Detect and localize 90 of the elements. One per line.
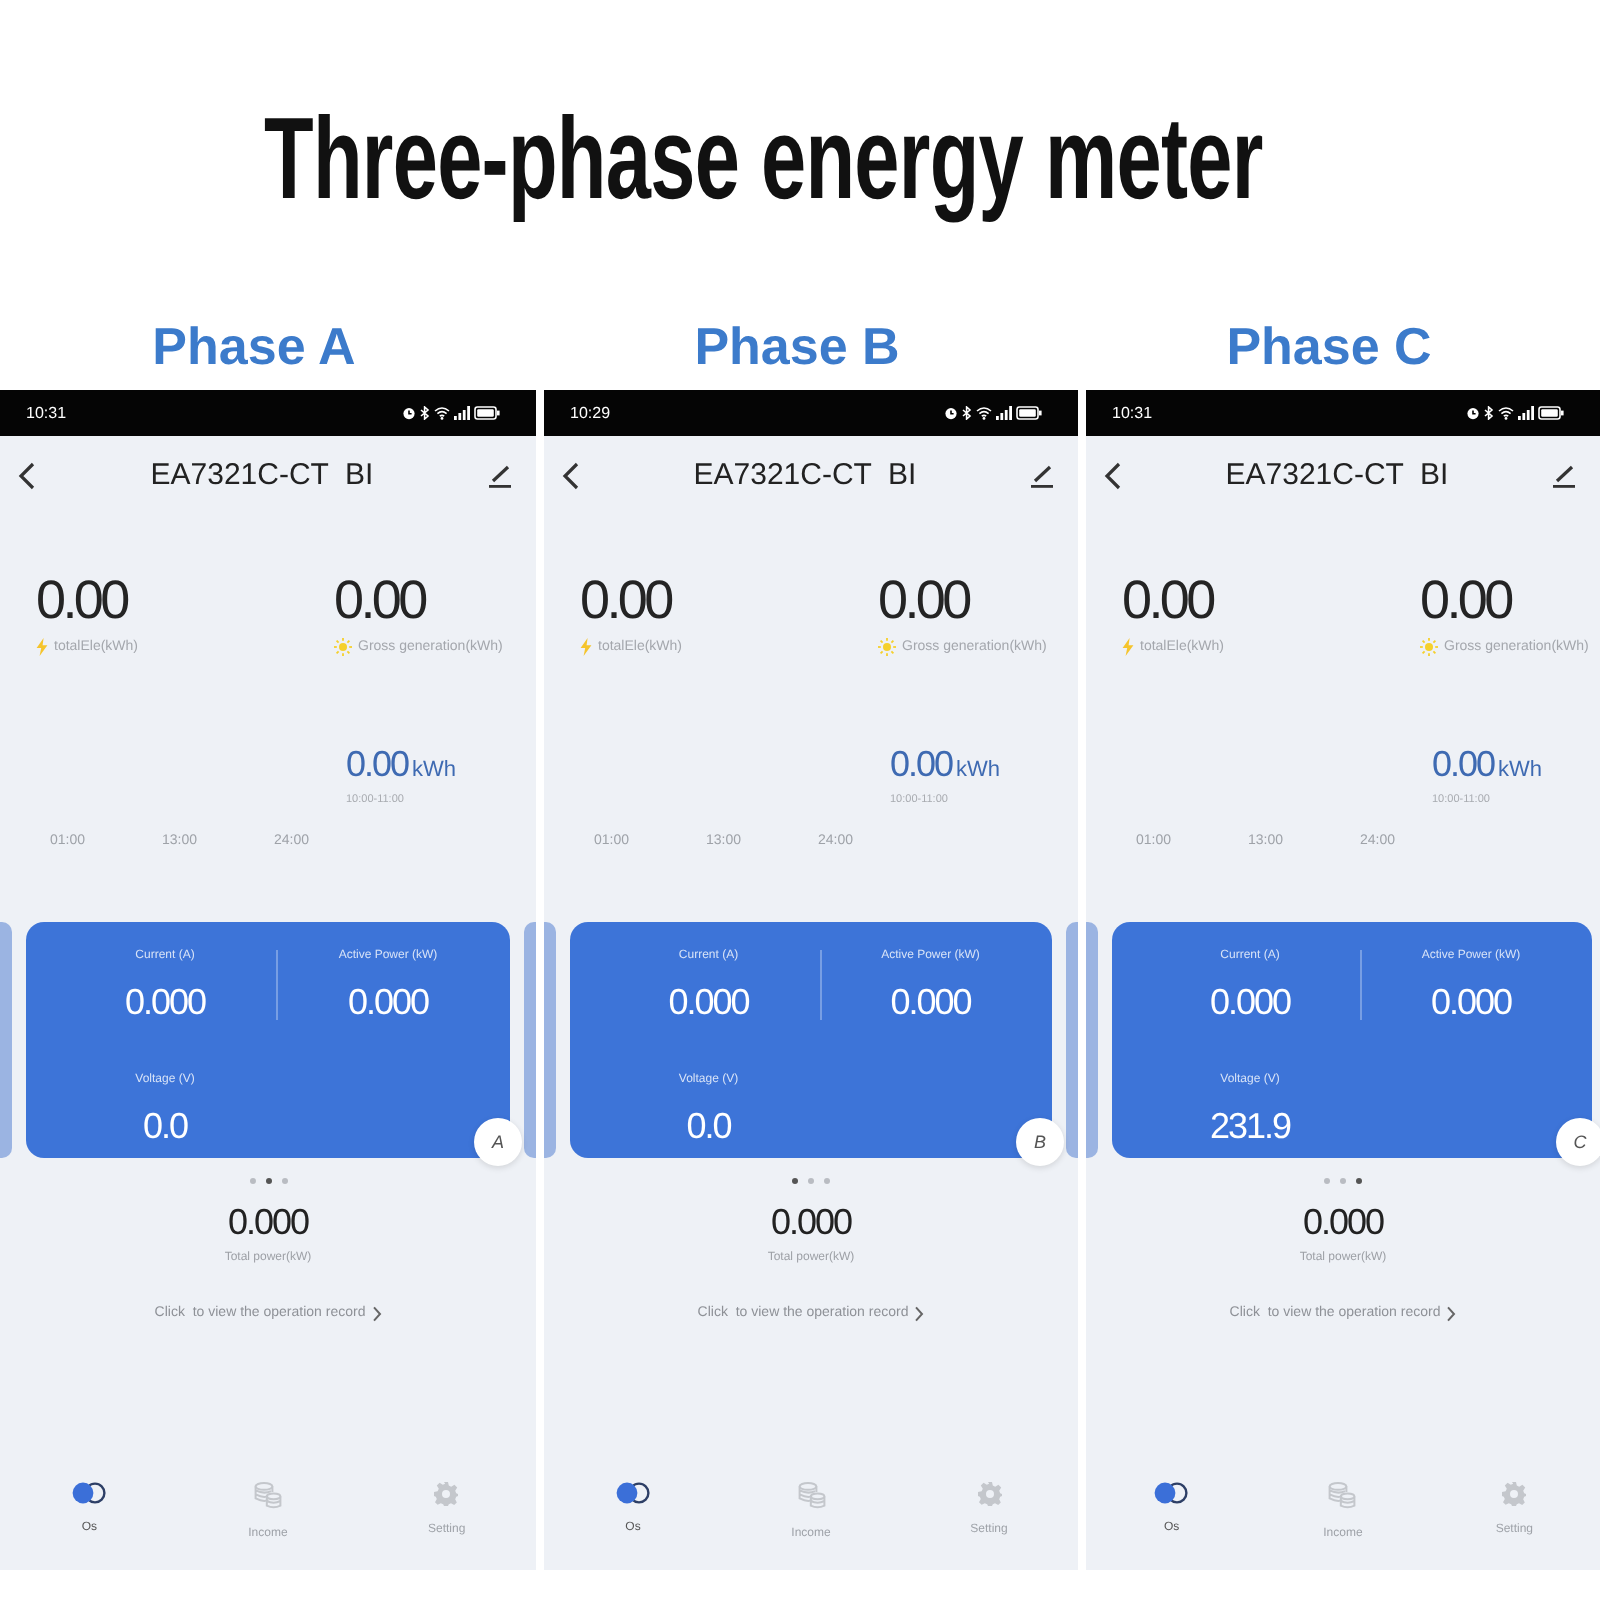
device-title: EA7321C-CT BI bbox=[1223, 458, 1451, 494]
adjacent-card[interactable] bbox=[0, 922, 12, 1158]
energy-value: 0.00 bbox=[878, 576, 969, 626]
adjacent-card[interactable] bbox=[1066, 922, 1078, 1158]
signal-icon bbox=[996, 406, 1012, 420]
phase-badge: C bbox=[1556, 1118, 1600, 1166]
edit-icon[interactable] bbox=[488, 464, 512, 488]
metric-value: 0.000 bbox=[890, 984, 971, 1020]
bluetooth-icon bbox=[420, 406, 430, 420]
phase-badge: B bbox=[1016, 1118, 1064, 1166]
signal-icon bbox=[1518, 406, 1534, 420]
phase-heading: Phase C bbox=[1226, 314, 1432, 380]
device-title: EA7321C-CT BI bbox=[148, 458, 376, 494]
adjacent-card[interactable] bbox=[1086, 922, 1098, 1158]
battery-icon bbox=[474, 406, 500, 420]
page-title: Three-phase energy meter bbox=[264, 104, 1264, 228]
metric-value: 0.000 bbox=[668, 984, 749, 1020]
coins-icon bbox=[797, 1482, 825, 1510]
device-title: EA7321C-CT BI bbox=[691, 458, 919, 494]
sun-icon bbox=[878, 638, 896, 656]
page-dot[interactable] bbox=[281, 1178, 287, 1184]
phase-heading: Phase A bbox=[152, 314, 356, 380]
bluetooth-icon bbox=[962, 406, 972, 420]
metric-value: 0.000 bbox=[1430, 984, 1512, 1020]
status-time: 10:31 bbox=[26, 404, 67, 422]
page-dot[interactable] bbox=[265, 1178, 271, 1184]
period-value: 0.00 bbox=[1432, 746, 1495, 782]
page-dot[interactable] bbox=[249, 1178, 255, 1184]
total-power-value: 0.000 bbox=[1302, 1204, 1384, 1240]
alarm-clock-icon bbox=[944, 406, 958, 420]
chevron-right-icon bbox=[1446, 1305, 1457, 1321]
period-unit: kWh bbox=[956, 758, 1001, 782]
metric-value: 0.000 bbox=[347, 984, 429, 1020]
energy-value: 0.00 bbox=[36, 576, 127, 626]
wifi-icon bbox=[1498, 406, 1514, 420]
battery-icon bbox=[1016, 406, 1042, 420]
edit-icon[interactable] bbox=[1552, 464, 1576, 488]
lightning-icon bbox=[36, 638, 48, 656]
phase-heading: Phase B bbox=[694, 314, 900, 380]
metric-value: 0.0 bbox=[686, 1108, 731, 1144]
metric-value: 0.000 bbox=[124, 984, 206, 1020]
back-icon[interactable] bbox=[562, 462, 580, 490]
status-time: 10:29 bbox=[570, 404, 611, 422]
phase-badge: A bbox=[474, 1118, 522, 1166]
period-unit: kWh bbox=[1498, 758, 1543, 782]
period-value: 0.00 bbox=[346, 746, 409, 782]
page-dot[interactable] bbox=[1340, 1178, 1346, 1184]
energy-value: 0.00 bbox=[580, 576, 671, 626]
energy-value: 0.00 bbox=[334, 576, 425, 626]
status-time: 10:31 bbox=[1112, 404, 1153, 422]
page-dot[interactable] bbox=[1324, 1178, 1330, 1184]
page-dot[interactable] bbox=[824, 1178, 830, 1184]
settings-icon bbox=[1502, 1482, 1527, 1506]
wifi-icon bbox=[434, 406, 450, 420]
metric-value: 0.000 bbox=[1209, 984, 1291, 1020]
total-power-value: 0.000 bbox=[770, 1204, 852, 1240]
toggle-icon bbox=[616, 1482, 650, 1504]
page-dot[interactable] bbox=[1356, 1178, 1362, 1184]
alarm-clock-icon bbox=[1466, 406, 1480, 420]
total-power-value: 0.000 bbox=[227, 1204, 309, 1240]
settings-icon bbox=[977, 1482, 1001, 1506]
chevron-right-icon bbox=[371, 1305, 382, 1321]
sun-icon bbox=[1420, 638, 1438, 656]
coins-icon bbox=[1328, 1482, 1357, 1510]
lightning-icon bbox=[580, 638, 592, 656]
alarm-clock-icon bbox=[402, 406, 416, 420]
toggle-icon bbox=[1154, 1482, 1189, 1504]
signal-icon bbox=[454, 406, 470, 420]
bluetooth-icon bbox=[1484, 406, 1494, 420]
back-icon[interactable] bbox=[18, 462, 36, 490]
page-dot[interactable] bbox=[792, 1178, 798, 1184]
metric-value: 231.9 bbox=[1209, 1108, 1291, 1144]
adjacent-card[interactable] bbox=[524, 922, 536, 1158]
sun-icon bbox=[334, 638, 352, 656]
battery-icon bbox=[1538, 406, 1564, 420]
chevron-right-icon bbox=[914, 1305, 925, 1321]
metric-value: 0.0 bbox=[142, 1108, 188, 1144]
settings-icon bbox=[434, 1482, 459, 1506]
coins-icon bbox=[253, 1482, 282, 1510]
energy-value: 0.00 bbox=[1122, 576, 1213, 626]
toggle-icon bbox=[72, 1482, 107, 1504]
lightning-icon bbox=[1122, 638, 1134, 656]
wifi-icon bbox=[976, 406, 992, 420]
period-unit: kWh bbox=[412, 758, 457, 782]
edit-icon[interactable] bbox=[1030, 464, 1054, 488]
adjacent-card[interactable] bbox=[544, 922, 556, 1158]
energy-value: 0.00 bbox=[1420, 576, 1511, 626]
period-value: 0.00 bbox=[890, 746, 953, 782]
page-dot[interactable] bbox=[808, 1178, 814, 1184]
back-icon[interactable] bbox=[1104, 462, 1122, 490]
